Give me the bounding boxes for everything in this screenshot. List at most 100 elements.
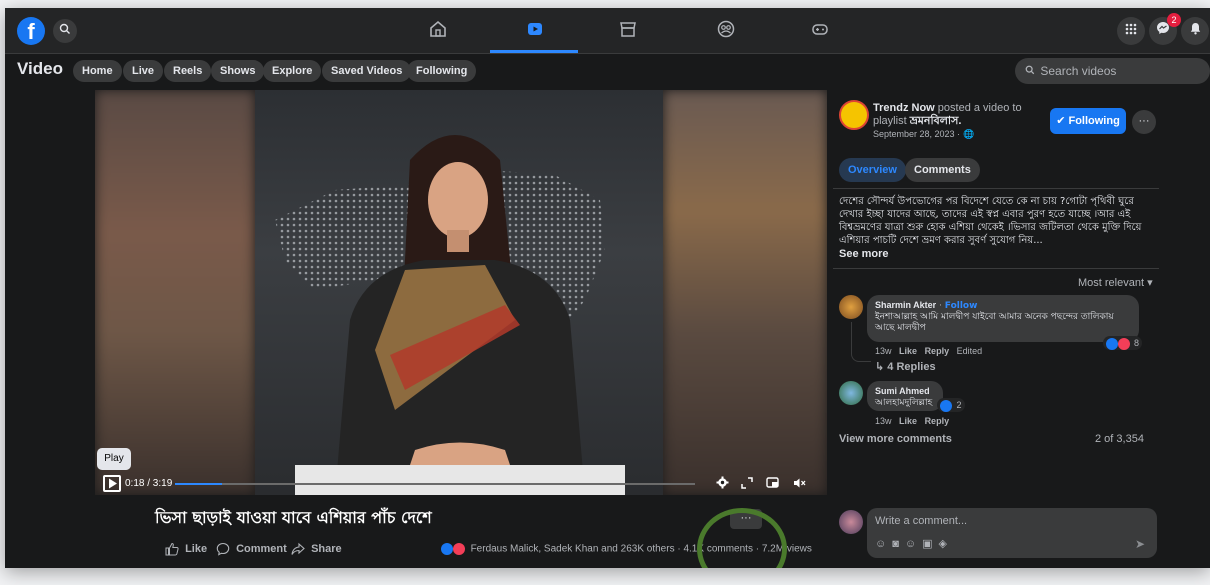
- camera-icon[interactable]: ◙: [892, 538, 905, 550]
- write-comment-box[interactable]: Write a comment... ☺◙☺▣◈ ➤: [867, 508, 1157, 558]
- comment-count: 2 of 3,354: [1095, 433, 1144, 445]
- like-reaction-icon: [1106, 337, 1118, 350]
- progress-fill: [175, 483, 222, 485]
- comment-reactions[interactable]: 8: [1103, 336, 1143, 350]
- groups-icon[interactable]: [714, 19, 738, 43]
- mute-icon[interactable]: [790, 476, 808, 492]
- comment-button[interactable]: Comment: [216, 542, 287, 556]
- divider: [833, 188, 1159, 189]
- menu-grid-icon[interactable]: [1117, 17, 1145, 45]
- page-avatar[interactable]: [839, 100, 869, 130]
- comment-reply-button[interactable]: Reply: [925, 346, 950, 356]
- messenger-badge: 2: [1167, 13, 1181, 27]
- write-comment-input[interactable]: Write a comment...: [875, 515, 967, 527]
- time-display: 0:18 / 3:19: [125, 478, 173, 489]
- sort-label: Most relevant: [1078, 277, 1145, 289]
- pill-shows[interactable]: Shows: [211, 60, 265, 82]
- comment-text: ইনশাআল্লাহ আমি মালদ্বীপ যাইবো আমার অনেক …: [875, 312, 1114, 333]
- share-arrow-icon: [291, 542, 305, 555]
- pill-explore[interactable]: Explore: [263, 60, 322, 82]
- sort-dropdown[interactable]: Most relevant ▾: [1078, 276, 1153, 289]
- search-icon[interactable]: [53, 19, 77, 43]
- send-icon[interactable]: ➤: [1135, 537, 1145, 551]
- comment-like-button[interactable]: Like: [899, 416, 917, 426]
- play-button[interactable]: [103, 475, 121, 492]
- sticker-icon[interactable]: ◈: [939, 538, 953, 550]
- share-label: Share: [311, 542, 342, 555]
- messenger-icon[interactable]: 2: [1149, 13, 1181, 45]
- follow-link[interactable]: Follow: [945, 301, 978, 311]
- comment-bubble: Sharmin Akter · Follow ইনশাআল্লাহ আমি মা…: [867, 295, 1139, 342]
- search-videos-input[interactable]: Search videos: [1015, 58, 1210, 84]
- reaction-count: 8: [1134, 338, 1140, 348]
- comment-meta: 13w Like Reply Edited: [875, 346, 982, 356]
- comment-label: Comment: [236, 542, 287, 555]
- miniplayer-icon[interactable]: [763, 476, 781, 492]
- like-button[interactable]: Like: [165, 542, 207, 556]
- reaction-count: 2: [956, 400, 962, 410]
- video-sub-nav: Video Home Live Reels Shows Explore Save…: [5, 54, 1210, 86]
- page-name[interactable]: Trendz Now: [873, 102, 935, 114]
- comment-author[interactable]: Sumi Ahmed: [875, 386, 930, 396]
- progress-bar[interactable]: [175, 483, 695, 485]
- facebook-logo[interactable]: f: [17, 17, 45, 45]
- marketplace-icon[interactable]: [616, 19, 640, 43]
- comment-tools: ☺◙☺▣◈: [875, 537, 953, 550]
- replies-label: 4 Replies: [887, 361, 936, 373]
- comment-time[interactable]: 13w: [875, 346, 892, 356]
- check-icon: ✔: [1056, 115, 1066, 127]
- play-tooltip: Play: [97, 448, 131, 470]
- comment-bubble: Sumi Ahmed আলহামদুলিল্লাহ: [867, 381, 943, 411]
- comment-reply-button[interactable]: Reply: [925, 416, 950, 426]
- video-description: দেশের সৌন্দর্য উপভোগের পর বিদেশে যেতে কে…: [839, 196, 1142, 246]
- pill-saved-videos[interactable]: Saved Videos: [322, 60, 412, 82]
- post-date[interactable]: September 28, 2023 ·: [873, 129, 960, 139]
- commenter-avatar[interactable]: [839, 381, 863, 405]
- video-player[interactable]: Play 0:18 / 3:19: [95, 90, 827, 495]
- share-button[interactable]: Share: [291, 542, 342, 556]
- commenter-avatar[interactable]: [839, 295, 863, 319]
- see-more-link[interactable]: See more: [839, 248, 889, 260]
- avatar-sticker-icon[interactable]: ☺: [875, 538, 892, 550]
- pill-home[interactable]: Home: [73, 60, 122, 82]
- settings-gear-icon[interactable]: [713, 476, 731, 492]
- following-button[interactable]: ✔ Following: [1050, 108, 1126, 134]
- gaming-icon[interactable]: [808, 19, 832, 43]
- comment-bubble-icon: [216, 542, 230, 556]
- emoji-icon[interactable]: ☺: [905, 538, 922, 550]
- search-placeholder: Search videos: [1040, 64, 1117, 78]
- following-label: Following: [1068, 115, 1120, 127]
- like-reaction-icon: [441, 543, 453, 555]
- comment-time[interactable]: 13w: [875, 416, 892, 426]
- comment-author[interactable]: Sharmin Akter: [875, 300, 936, 310]
- like-thumb-icon: [165, 542, 179, 556]
- home-icon[interactable]: [426, 19, 450, 43]
- tab-overview[interactable]: Overview: [839, 158, 906, 182]
- current-user-avatar[interactable]: [839, 510, 863, 534]
- divider: [833, 268, 1159, 269]
- like-reaction-icon: [940, 399, 952, 412]
- playlist-name[interactable]: ভ্রমনবিলাস: [910, 115, 959, 127]
- gif-icon[interactable]: ▣: [922, 538, 938, 550]
- active-tab-indicator: [490, 50, 578, 53]
- presenter-figure: [295, 135, 625, 495]
- pill-following[interactable]: Following: [407, 60, 477, 82]
- edited-label: Edited: [956, 346, 983, 356]
- fullscreen-icon[interactable]: [738, 476, 756, 492]
- tab-comments[interactable]: Comments: [905, 158, 980, 182]
- blurred-background-left: [95, 90, 255, 495]
- view-more-comments-link[interactable]: View more comments: [839, 433, 952, 445]
- view-replies-button[interactable]: ↳ 4 Replies: [875, 360, 936, 373]
- pill-live[interactable]: Live: [123, 60, 164, 82]
- chevron-down-icon: ▾: [1147, 277, 1153, 289]
- panel-more-button[interactable]: ···: [1132, 110, 1156, 134]
- reactions-text[interactable]: Ferdaus Malick, Sadek Khan and 263K othe…: [471, 544, 675, 555]
- video-icon[interactable]: [523, 19, 547, 43]
- comment-reactions[interactable]: 2: [937, 398, 965, 412]
- comment-like-button[interactable]: Like: [899, 346, 917, 356]
- section-title: Video: [17, 59, 63, 78]
- post-header: Trendz Now posted a video to playlist ভ্…: [873, 102, 1022, 139]
- comment-meta: 13w Like Reply: [875, 416, 949, 426]
- pill-reels[interactable]: Reels: [164, 60, 212, 82]
- notifications-bell-icon[interactable]: [1181, 17, 1209, 45]
